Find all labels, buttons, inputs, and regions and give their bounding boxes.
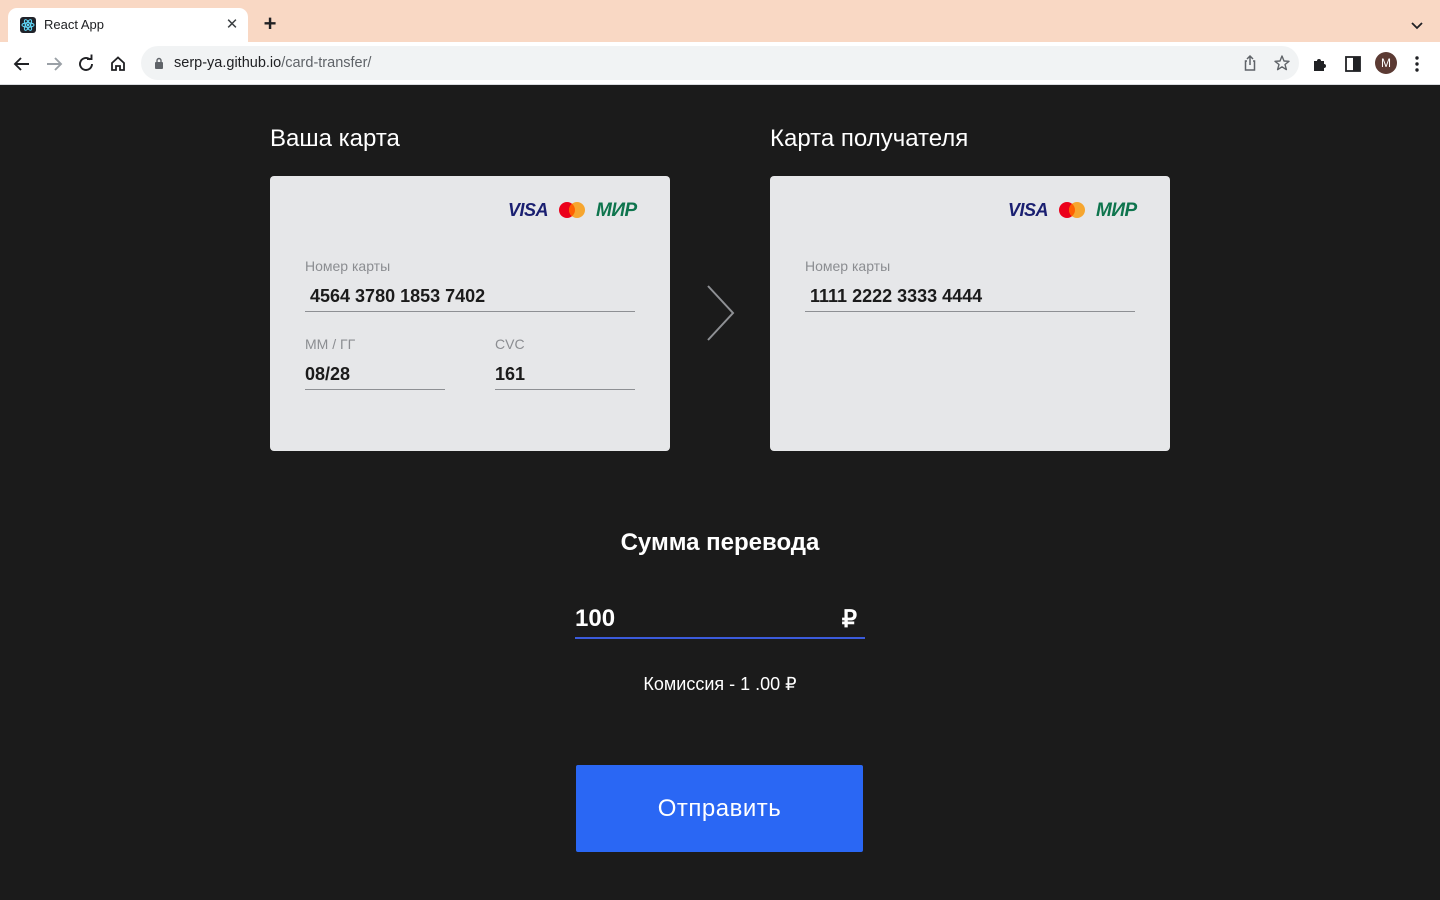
- recipient-card: VISA МИР Номер карты 1111 2222 3333 4444: [770, 176, 1170, 451]
- share-icon[interactable]: [1241, 54, 1259, 72]
- commission-text: Комиссия - 1 .00 ₽: [643, 674, 797, 694]
- browser-menu-icon[interactable]: [1405, 52, 1429, 76]
- url-host: serp-ya.github.io: [174, 55, 282, 71]
- card-brands: VISA МИР: [1008, 200, 1154, 221]
- tab-close-icon[interactable]: ✕: [222, 15, 242, 35]
- expiry-value: 08/28: [305, 364, 351, 384]
- recipient-card-title: Карта получателя: [770, 125, 969, 152]
- browser-tab-bar: React App ✕ +: [0, 0, 1440, 42]
- bookmark-star-icon[interactable]: [1273, 54, 1291, 72]
- lock-icon[interactable]: [153, 56, 165, 70]
- address-bar[interactable]: serp-ya.github.io/card-transfer/: [141, 46, 1299, 80]
- url-text[interactable]: serp-ya.github.io/card-transfer/: [174, 55, 371, 71]
- submit-button[interactable]: Отправить: [576, 765, 863, 852]
- card-number-value: 1111 2222 3333 4444: [810, 286, 983, 306]
- forward-arrow-icon[interactable]: [41, 51, 67, 77]
- card-number-label: Номер карты: [305, 258, 391, 274]
- transfer-amount-title: Сумма перевода: [620, 529, 820, 556]
- mastercard-logo-icon: [1058, 201, 1086, 219]
- card-number-value: 4564 3780 1853 7402: [310, 286, 486, 306]
- side-panel-icon[interactable]: [1341, 52, 1365, 76]
- browser-toolbar: serp-ya.github.io/card-transfer/: [0, 42, 1440, 85]
- reload-icon[interactable]: [73, 51, 99, 77]
- ruble-sign-icon: ₽: [841, 606, 857, 633]
- profile-avatar[interactable]: M: [1375, 52, 1397, 74]
- visa-logo-icon: VISA: [1008, 200, 1049, 220]
- new-tab-button[interactable]: +: [259, 13, 281, 35]
- cvc-input[interactable]: 161: [495, 360, 635, 390]
- cvc-label: CVC: [495, 336, 525, 352]
- url-path: /card-transfer/: [281, 55, 372, 71]
- mir-logo-icon: МИР: [1096, 200, 1137, 221]
- back-arrow-icon[interactable]: [9, 51, 35, 77]
- tab-list-chevron-icon[interactable]: [1406, 14, 1428, 36]
- card-number-input[interactable]: 4564 3780 1853 7402: [305, 282, 635, 312]
- page-content: Ваша карта VISA МИР Номер карты 4564 378…: [0, 86, 1440, 900]
- mir-logo-icon: МИР: [596, 200, 637, 221]
- tab-title: React App: [44, 17, 104, 32]
- react-favicon-icon: [20, 17, 36, 33]
- expiry-label: ММ / ГГ: [305, 336, 356, 352]
- card-brands: VISA МИР: [508, 200, 654, 221]
- recipient-card-number-input[interactable]: 1111 2222 3333 4444: [805, 282, 1135, 312]
- sender-card: VISA МИР Номер карты 4564 3780 1853 7402…: [270, 176, 670, 451]
- expiry-input[interactable]: 08/28: [305, 360, 445, 390]
- browser-tab[interactable]: React App ✕: [8, 8, 248, 42]
- visa-logo-icon: VISA: [508, 200, 549, 220]
- card-number-label: Номер карты: [805, 258, 891, 274]
- extensions-puzzle-icon[interactable]: [1309, 52, 1333, 76]
- amount-value: 100: [575, 605, 616, 632]
- sender-card-title: Ваша карта: [270, 125, 400, 152]
- home-icon[interactable]: [105, 51, 131, 77]
- amount-input[interactable]: 100 ₽: [575, 599, 865, 639]
- mastercard-logo-icon: [558, 201, 586, 219]
- cvc-value: 161: [495, 364, 526, 384]
- chevron-right-icon: [703, 284, 737, 344]
